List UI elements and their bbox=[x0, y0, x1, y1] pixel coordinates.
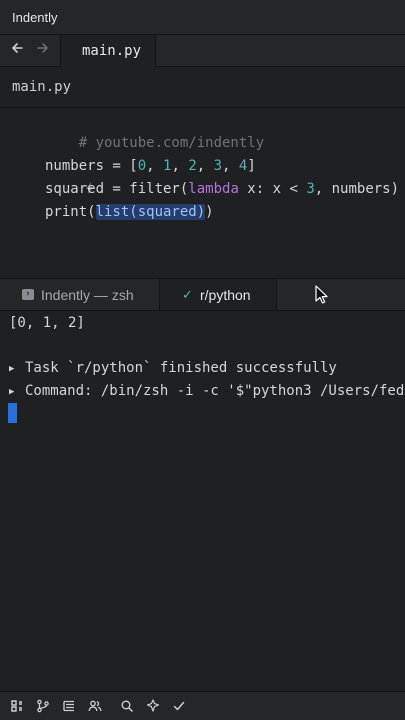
code-token: , bbox=[171, 158, 189, 174]
arrow-right-icon[interactable] bbox=[34, 41, 52, 59]
terminal-result: [0, 1, 2] bbox=[9, 315, 85, 331]
search-icon[interactable] bbox=[120, 699, 134, 713]
tab-terminal-zsh[interactable]: › Indently — zsh bbox=[0, 279, 160, 310]
terminal-output[interactable]: [0, 1, 2] ▶ Task `r/python` finished succ… bbox=[0, 311, 405, 691]
disclosure-triangle-icon[interactable]: ▶ bbox=[9, 381, 25, 403]
tab-task-r-python[interactable]: ✓ r/python bbox=[160, 279, 277, 310]
title-bar: Indently bbox=[0, 0, 405, 35]
outline-icon[interactable] bbox=[62, 699, 76, 713]
code-token: , numbers) bbox=[314, 181, 400, 197]
code-lens[interactable] bbox=[45, 133, 95, 194]
code-selection: list(squared) bbox=[95, 204, 206, 220]
code-line: print(list(squared)) bbox=[45, 201, 214, 223]
command-line: ▶ Command: /bin/zsh -i -c '$"python3 /Use… bbox=[9, 380, 405, 402]
code-line: squared = filter(lambda x: x < 3, number… bbox=[45, 178, 399, 200]
code-token: print( bbox=[45, 204, 96, 220]
disclosure-triangle-icon[interactable]: ▶ bbox=[9, 358, 25, 380]
breadcrumb-file[interactable]: main.py bbox=[12, 79, 71, 95]
code-token: squared = filter( bbox=[45, 181, 189, 197]
terminal-tab-label: Indently — zsh bbox=[41, 287, 134, 303]
task-status-line: ▶ Task `r/python` finished successfully bbox=[9, 357, 337, 379]
code-number: 0 bbox=[137, 158, 147, 174]
code-token: , bbox=[222, 158, 239, 174]
code-token: , bbox=[146, 158, 164, 174]
terminal-icon: › bbox=[22, 289, 34, 300]
breadcrumb: main.py bbox=[0, 68, 405, 108]
window-title: Indently bbox=[12, 10, 58, 25]
terminal-cursor bbox=[8, 403, 17, 423]
command-text: Command: /bin/zsh -i -c '$"python3 /User… bbox=[25, 383, 405, 399]
tab-label: main.py bbox=[82, 43, 142, 59]
check-icon[interactable] bbox=[172, 699, 186, 713]
code-line: # youtube.com/indently bbox=[45, 110, 264, 151]
code-token: x: x < bbox=[238, 181, 307, 197]
code-token: ] bbox=[247, 158, 256, 174]
code-comment: # youtube.com/indently bbox=[78, 135, 265, 151]
code-number: 3 bbox=[306, 181, 315, 197]
code-number: 2 bbox=[188, 158, 197, 174]
mouse-cursor-icon bbox=[315, 285, 328, 304]
tab-main-py[interactable]: main.py bbox=[60, 35, 156, 67]
code-token: numbers = [ bbox=[45, 158, 138, 174]
code-keyword: lambda bbox=[188, 181, 239, 197]
assistant-icon[interactable] bbox=[146, 699, 160, 713]
terminal-tab-bar: › Indently — zsh ✓ r/python bbox=[0, 278, 405, 311]
project-panel-icon[interactable] bbox=[10, 699, 24, 713]
git-branch-icon[interactable] bbox=[36, 699, 50, 713]
collab-icon[interactable] bbox=[88, 699, 102, 713]
code-number: 3 bbox=[213, 158, 223, 174]
terminal-tab-label: r/python bbox=[200, 287, 251, 303]
editor-tab-bar: main.py bbox=[0, 35, 405, 67]
code-line: numbers = [0, 1, 2, 3, 4] bbox=[45, 155, 256, 177]
arrow-left-icon[interactable] bbox=[8, 41, 26, 59]
check-icon: ✓ bbox=[182, 287, 193, 302]
code-editor[interactable]: # youtube.com/indently numbers = [0, 1, … bbox=[0, 109, 405, 278]
task-status-text: Task `r/python` finished successfully bbox=[25, 360, 337, 376]
code-token: ) bbox=[205, 204, 214, 220]
code-token: , bbox=[196, 158, 214, 174]
status-bar bbox=[0, 691, 405, 720]
